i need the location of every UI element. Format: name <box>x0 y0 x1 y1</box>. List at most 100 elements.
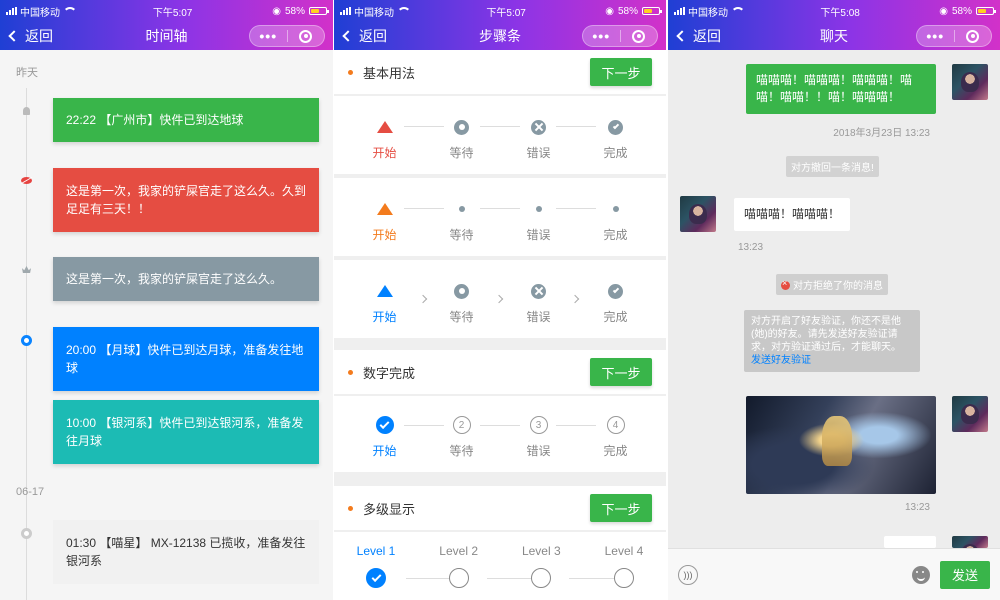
wifi-icon <box>397 7 411 15</box>
circle-icon <box>531 568 552 588</box>
eye-off-icon <box>20 174 33 187</box>
section-header: 多级显示 下一步 <box>334 486 666 530</box>
send-verification-link[interactable]: 发送好友验证 <box>751 355 811 366</box>
dot-icon <box>535 206 542 212</box>
step-label: 等待 <box>449 444 474 458</box>
step: Level 4 <box>596 544 652 588</box>
chat-screen: 中国移动 下午5:08 ◉ 58% 返回 聊天 ••• 喵喵喵！喵喵喵！喵喵喵！… <box>668 0 1000 600</box>
menu-capsule: ••• <box>582 25 658 47</box>
clock: 下午5:08 <box>820 7 860 19</box>
close-mini-program-icon[interactable] <box>288 29 325 43</box>
chevron-left-icon <box>676 30 688 42</box>
triangle-icon <box>376 285 393 297</box>
timeline-card: 这是第一次，我家的铲屎官走了这么久。 <box>53 257 319 301</box>
system-message: 对方撤回一条消息! <box>786 156 879 177</box>
carrier-label: 中国移动 <box>688 7 728 19</box>
step: 错误 <box>514 118 564 161</box>
orientation-lock-icon: ◉ <box>272 5 281 17</box>
menu-capsule: ••• <box>916 25 992 47</box>
level-label: Level 3 <box>521 544 561 558</box>
dot-icon <box>458 206 465 212</box>
avatar[interactable] <box>952 536 988 548</box>
more-icon[interactable]: ••• <box>250 26 287 46</box>
next-step-button[interactable]: 下一步 <box>590 358 652 386</box>
section-header: 数字完成 下一步 <box>334 350 666 394</box>
date-label: 昨天 <box>16 67 38 79</box>
avatar[interactable] <box>680 196 716 232</box>
avatar[interactable] <box>952 64 988 100</box>
steps-block: 开始 等待 错误 完成 <box>334 178 666 256</box>
timeline-screen: 中国移动 下午5:07 ◉ 58% 返回 时间轴 ••• 昨天 22:22 【广… <box>0 0 333 600</box>
close-circle-icon <box>531 119 546 135</box>
message-bubble[interactable]: 喵喵喵！喵喵喵！喵喵喵！喵喵！喵喵！！喵！喵喵喵！ <box>746 64 936 114</box>
back-label: 返回 <box>359 28 387 44</box>
voice-icon[interactable]: ))) <box>678 564 698 585</box>
step-label: 完成 <box>603 146 628 160</box>
dot-icon <box>612 206 619 212</box>
close-mini-program-icon[interactable] <box>621 29 658 43</box>
back-button[interactable]: 返回 <box>342 26 387 46</box>
step: 等待 <box>437 118 487 161</box>
radio-icon <box>454 283 469 299</box>
step-number: 2 <box>452 416 471 434</box>
close-mini-program-icon[interactable] <box>955 29 992 43</box>
step: 2 等待 <box>437 416 487 459</box>
header: 中国移动 下午5:07 ◉ 58% 返回 步骤条 ••• <box>334 0 666 50</box>
back-button[interactable]: 返回 <box>676 26 721 46</box>
steps-body: 基本用法 下一步 开始 等待 错误 完成 开始 等待 错误 完成 开始 等待 错… <box>334 50 666 600</box>
step: 完成 <box>591 200 641 243</box>
emoji-icon[interactable] <box>912 565 930 584</box>
step: Level 3 <box>513 544 569 588</box>
verification-notice: 对方开启了好友验证，你还不是他(她)的好友。请先发送好友验证请求，对方验证通过后… <box>744 310 920 372</box>
level-label: Level 2 <box>439 544 478 558</box>
send-button[interactable]: 发送 <box>940 560 990 589</box>
menu-capsule: ••• <box>249 25 325 47</box>
status-bar: 中国移动 下午5:07 ◉ 58% <box>0 0 333 22</box>
bell-icon <box>20 104 33 117</box>
next-step-button[interactable]: 下一步 <box>590 494 652 522</box>
battery-label: 58% <box>951 5 972 17</box>
more-icon[interactable]: ••• <box>583 26 620 46</box>
step-label: 等待 <box>449 146 474 160</box>
back-button[interactable]: 返回 <box>8 26 53 46</box>
timeline-card: 10:00 【银河系】快件已到达银河系，准备发往月球 <box>53 400 319 464</box>
step: 开始 <box>360 416 410 459</box>
card-text: 01:30 【喵星】 MX-12138 已揽收，准备发往银河系 <box>66 536 306 568</box>
level-label: Level 1 <box>356 544 396 558</box>
bullet-icon <box>348 69 353 75</box>
message-bubble[interactable] <box>884 536 936 548</box>
steps-block: 开始 等待 错误 完成 <box>334 260 666 338</box>
image-message[interactable] <box>746 396 936 494</box>
battery-icon <box>976 7 996 15</box>
orientation-lock-icon: ◉ <box>939 5 948 17</box>
error-icon <box>781 278 790 290</box>
chevron-left-icon <box>342 30 354 42</box>
section-title: 数字完成 <box>363 365 416 381</box>
level-label: Level 4 <box>604 544 644 558</box>
back-label: 返回 <box>693 28 721 44</box>
step: 4 完成 <box>591 416 641 459</box>
step-label: 开始 <box>372 444 397 458</box>
step-number: 3 <box>529 416 548 434</box>
more-icon[interactable]: ••• <box>917 26 954 46</box>
timeline-body: 昨天 22:22 【广州市】快件已到达地球 这是第一次，我家的铲屎官走了这么久。… <box>0 50 333 600</box>
triangle-icon <box>376 121 393 133</box>
message-bubble[interactable]: 喵喵喵！喵喵喵！ <box>734 198 851 231</box>
battery-icon <box>642 7 662 15</box>
circle-icon <box>20 527 33 540</box>
section-header: 基本用法 下一步 <box>334 50 666 94</box>
signal-icon <box>340 7 351 15</box>
avatar[interactable] <box>952 396 988 432</box>
step-label: 错误 <box>526 228 551 242</box>
circle-icon <box>448 568 469 588</box>
battery-label: 58% <box>617 5 638 17</box>
section-title: 基本用法 <box>363 65 416 81</box>
next-step-button[interactable]: 下一步 <box>590 58 652 86</box>
date-label: 06-17 <box>16 486 45 498</box>
carrier-label: 中国移动 <box>354 7 394 19</box>
step: Level 2 <box>431 544 487 588</box>
chevron-left-icon <box>8 30 20 42</box>
message-input[interactable] <box>708 561 902 589</box>
circle-icon <box>613 568 634 588</box>
clock: 下午5:07 <box>486 7 526 19</box>
